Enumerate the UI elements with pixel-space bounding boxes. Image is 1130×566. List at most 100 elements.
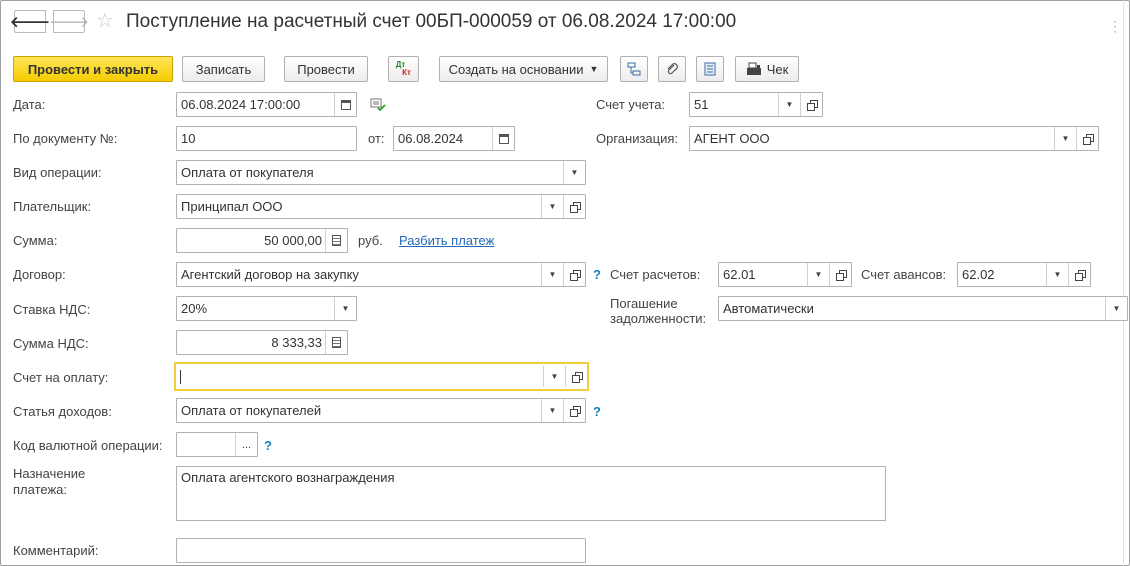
contract-help-icon[interactable]: ? [593,267,601,282]
payer-open-button[interactable] [563,195,585,218]
save-button[interactable]: Записать [182,56,265,82]
chevron-down-icon[interactable]: ▼ [807,263,829,286]
chevron-down-icon[interactable]: ▼ [563,161,585,184]
vat-rate-select[interactable]: 20% ▼ [176,296,357,321]
income-item-open-button[interactable] [563,399,585,422]
structure-icon [627,62,641,76]
operation-type-value: Оплата от покупателя [181,165,314,180]
invoice-open-button[interactable] [565,366,587,387]
cash-register-icon [746,62,761,75]
account-select[interactable]: 51 ▼ [689,92,823,117]
edit-status-icon[interactable] [370,98,386,112]
currency-label: руб. [358,233,383,248]
account-open-button[interactable] [800,93,822,116]
select-button[interactable]: ... [235,433,257,456]
open-icon [569,405,581,417]
advance-account-value: 62.02 [962,267,995,282]
open-icon [806,99,818,111]
chevron-down-icon[interactable]: ▼ [541,195,563,218]
settlement-account-open-button[interactable] [829,263,851,286]
dt-kt-button[interactable]: Дт Кт [388,56,419,82]
more-menu-icon[interactable]: ⋮ [1108,18,1122,35]
chevron-down-icon: ▼ [589,64,599,74]
structure-button[interactable] [620,56,648,82]
create-based-on-button[interactable]: Создать на основании ▼ [439,56,608,82]
income-item-help-icon[interactable]: ? [593,404,601,419]
post-and-close-button[interactable]: Провести и закрыть [13,56,173,82]
calculator-icon [332,235,341,246]
organization-label: Организация: [596,131,679,146]
amount-field[interactable]: 50 000,00 [176,228,348,253]
doc-calendar-button[interactable] [492,127,514,150]
doc-from-label: от: [368,131,385,146]
open-icon [569,269,581,281]
income-item-select[interactable]: Оплата от покупателей ▼ [176,398,586,423]
chevron-down-icon[interactable]: ▼ [1105,297,1127,320]
operation-type-label: Вид операции: [13,165,102,180]
doc-date-field[interactable]: 06.08.2024 [393,126,515,151]
chevron-down-icon[interactable]: ▼ [543,366,565,387]
payer-select[interactable]: Принципал ООО ▼ [176,194,586,219]
currency-op-code-field[interactable]: ... [176,432,258,457]
settlement-account-label: Счет расчетов: [610,267,701,282]
organization-open-button[interactable] [1076,127,1098,150]
account-label: Счет учета: [596,97,666,112]
chevron-down-icon[interactable]: ▼ [334,297,356,320]
contract-label: Договор: [13,267,66,282]
comment-label: Комментарий: [13,543,99,558]
doc-number-field[interactable]: 10 [176,126,357,151]
purpose-textarea[interactable]: Оплата агентского вознаграждения [176,466,886,521]
settlement-account-select[interactable]: 62.01 ▼ [718,262,852,287]
back-button[interactable]: 🡐 [10,10,50,33]
chevron-down-icon[interactable]: ▼ [1046,263,1068,286]
date-field[interactable]: 06.08.2024 17:00:00 [176,92,357,117]
vat-rate-value: 20% [181,301,208,316]
advance-account-select[interactable]: 62.02 ▼ [957,262,1091,287]
forward-button[interactable]: 🡒 [49,10,89,33]
split-payment-link[interactable]: Разбить платеж [399,233,494,248]
comment-field[interactable] [176,538,586,563]
payer-label: Плательщик: [13,199,92,214]
doc-number-label: По документу №: [13,131,118,146]
calculator-button[interactable] [325,229,347,252]
purpose-label-line2: платежа: [13,482,67,497]
vat-amount-field[interactable]: 8 333,33 [176,330,348,355]
debt-repayment-label-line2: задолженности: [610,311,707,326]
open-icon [569,201,581,213]
print-list-button[interactable] [696,56,724,82]
organization-value: АГЕНТ ООО [694,131,770,146]
page-title: Поступление на расчетный счет 00БП-00005… [126,11,737,32]
advance-account-open-button[interactable] [1068,263,1090,286]
calculator-button[interactable] [325,331,347,354]
debt-repayment-select[interactable]: Автоматически ▼ [718,296,1128,321]
contract-open-button[interactable] [563,263,585,286]
income-item-label: Статья доходов: [13,404,112,419]
debt-repayment-value: Автоматически [723,301,814,316]
favorite-star-icon[interactable]: ☆ [96,10,114,32]
window-scrollbar[interactable] [1123,0,1124,566]
organization-select[interactable]: АГЕНТ ООО ▼ [689,126,1099,151]
calendar-button[interactable] [334,93,356,116]
vat-amount-label: Сумма НДС: [13,336,89,351]
payer-value: Принципал ООО [181,199,283,214]
paperclip-icon [667,63,678,75]
open-icon [1082,133,1094,145]
chevron-down-icon[interactable]: ▼ [778,93,800,116]
operation-type-select[interactable]: Оплата от покупателя ▼ [176,160,586,185]
receipt-button[interactable]: Чек [735,56,799,82]
post-button[interactable]: Провести [284,56,368,82]
chevron-down-icon[interactable]: ▼ [541,263,563,286]
chevron-down-icon[interactable]: ▼ [1054,127,1076,150]
kt-icon: Кт [402,68,411,77]
attach-button[interactable] [658,56,686,82]
settlement-account-value: 62.01 [723,267,756,282]
open-icon [1074,269,1086,281]
calendar-icon [498,133,509,144]
chevron-down-icon[interactable]: ▼ [541,399,563,422]
currency-op-code-help-icon[interactable]: ? [264,438,272,453]
arrow-right-icon: 🡒 [48,14,90,31]
contract-select[interactable]: Агентский договор на закупку ▼ [176,262,586,287]
purpose-value: Оплата агентского вознаграждения [181,470,395,485]
date-label: Дата: [13,97,46,112]
invoice-select[interactable]: ▼ [174,362,589,391]
